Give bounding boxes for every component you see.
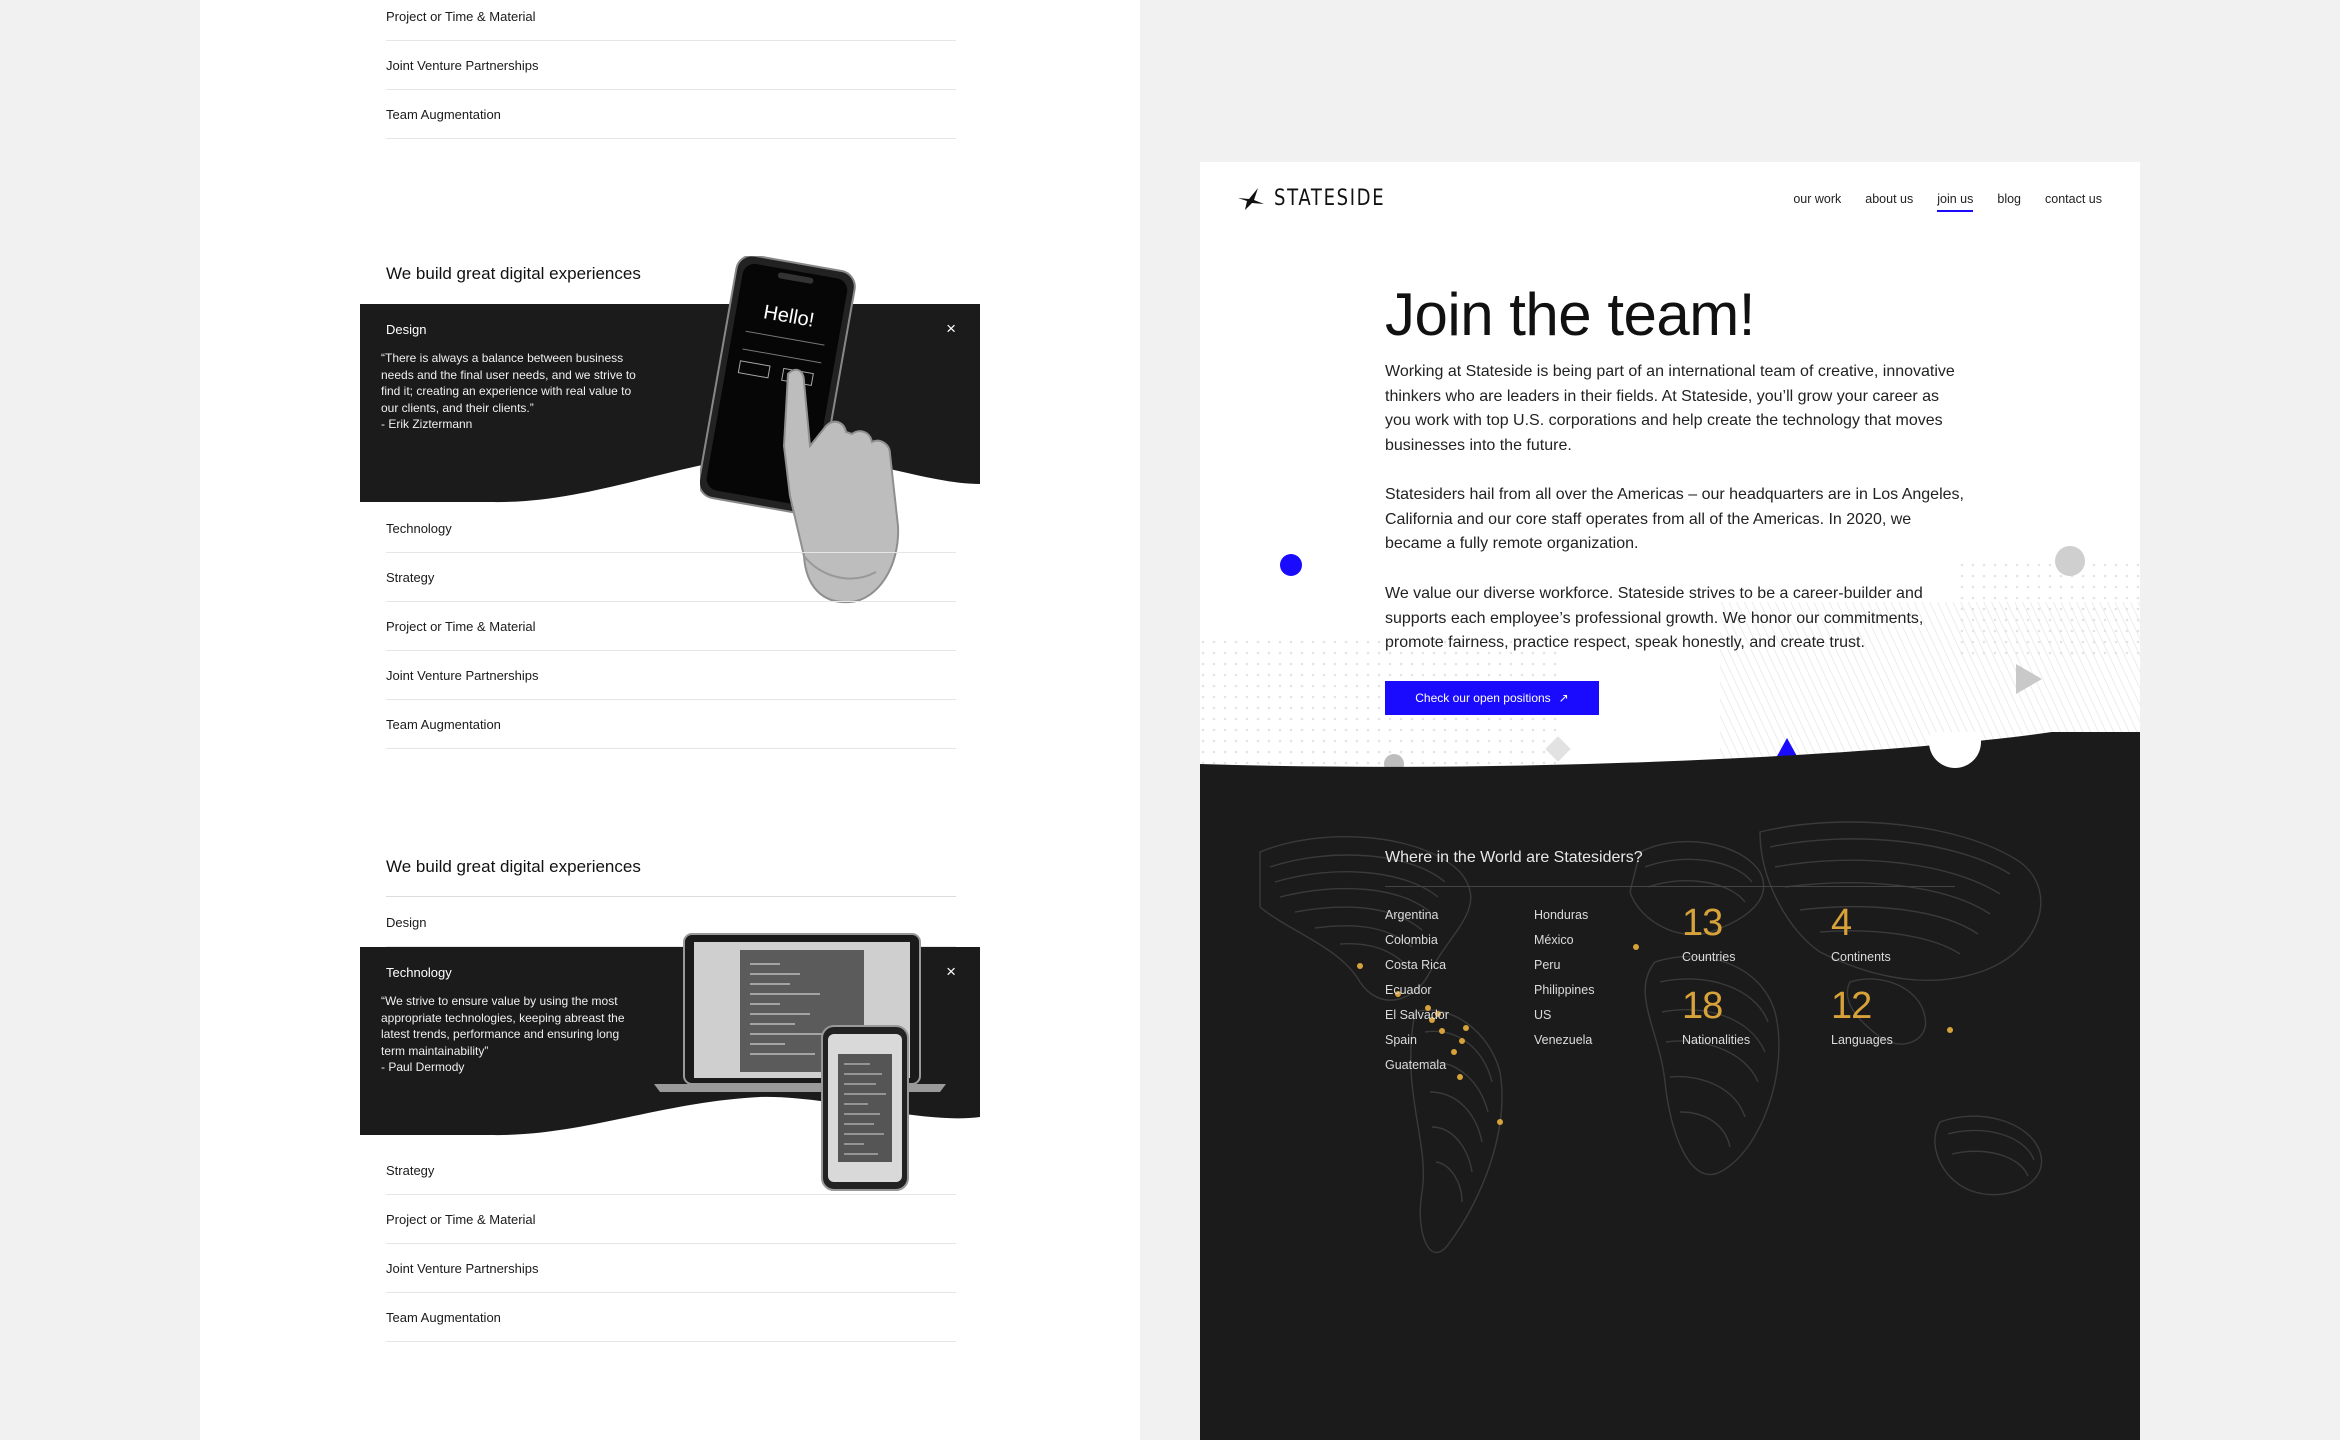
accordion-row-joint-venture[interactable]: Joint Venture Partnerships bbox=[386, 651, 956, 700]
accordion-title-design: Design bbox=[386, 322, 427, 337]
stateside-logo[interactable]: STATESIDE bbox=[1238, 186, 1410, 211]
country-item: Philippines bbox=[1534, 983, 1595, 997]
row-label: Joint Venture Partnerships bbox=[386, 1260, 539, 1276]
row-label: Joint Venture Partnerships bbox=[386, 57, 539, 73]
row-label: Project or Time & Material bbox=[386, 618, 536, 634]
accordion-row-project[interactable]: Project or Time & Material bbox=[386, 602, 956, 651]
accordion-row-project[interactable]: Project or Time & Material bbox=[386, 1195, 956, 1244]
dark-world-section bbox=[1200, 732, 2140, 1440]
gray-circle-shape bbox=[2055, 546, 2085, 576]
country-item: El Salvador bbox=[1385, 1008, 1449, 1022]
accordion-row-project[interactable]: Project or Time & Material bbox=[386, 0, 956, 41]
arrow-up-right-icon: ↗ bbox=[1558, 691, 1569, 705]
main-nav: our work about us join us blog contact u… bbox=[1793, 192, 2102, 212]
intro-paragraph: Working at Stateside is being part of an… bbox=[1385, 363, 1955, 454]
button-label: Check our open positions bbox=[1415, 691, 1551, 705]
row-label: Team Augmentation bbox=[386, 716, 501, 732]
nav-about-us[interactable]: about us bbox=[1865, 192, 1913, 212]
country-item: Honduras bbox=[1534, 908, 1589, 922]
services-accordion-panel: Project or Time & Material Joint Venture… bbox=[200, 0, 1140, 1440]
open-positions-button[interactable]: Check our open positions ↗ bbox=[1385, 681, 1599, 715]
nav-our-work[interactable]: our work bbox=[1793, 192, 1841, 212]
row-label: Strategy bbox=[386, 569, 435, 585]
accordion-row-team-augmentation[interactable]: Team Augmentation bbox=[386, 700, 956, 749]
stat-countries-value: 13 bbox=[1682, 902, 1723, 944]
section-heading: We build great digital experiences bbox=[386, 264, 641, 283]
country-item: Peru bbox=[1534, 958, 1561, 972]
accordion-row-strategy[interactable]: Strategy bbox=[386, 1146, 956, 1195]
country-item: México bbox=[1534, 933, 1574, 947]
country-item: Spain bbox=[1385, 1033, 1417, 1047]
star-logo-icon bbox=[1238, 187, 1264, 210]
country-item: Guatemala bbox=[1385, 1058, 1447, 1072]
row-label: Team Augmentation bbox=[386, 106, 501, 122]
nav-join-us[interactable]: join us bbox=[1937, 192, 1974, 212]
accordion-row-team-augmentation[interactable]: Team Augmentation bbox=[386, 1293, 956, 1342]
stat-languages-value: 12 bbox=[1831, 985, 1872, 1027]
join-us-page: STATESIDE our work about us join us blog… bbox=[1200, 162, 2140, 1440]
page-title: Join the team! bbox=[1385, 281, 1755, 348]
accordion-row-team-augmentation[interactable]: Team Augmentation bbox=[386, 90, 956, 139]
logo-wordmark: STATESIDE bbox=[1274, 186, 1386, 211]
country-item: US bbox=[1534, 1008, 1552, 1022]
stat-nationalities-label: Nationalities bbox=[1682, 1033, 1751, 1047]
row-label: Design bbox=[386, 914, 427, 930]
accordion-row-joint-venture[interactable]: Joint Venture Partnerships bbox=[386, 41, 956, 90]
technology-quote: “We strive to ensure value by using the … bbox=[381, 994, 625, 1074]
headquarters-paragraph: Statesiders hail from all over the Ameri… bbox=[1385, 486, 1964, 552]
stat-countries-label: Countries bbox=[1682, 950, 1736, 964]
design-quote: “There is always a balance between busin… bbox=[381, 351, 636, 431]
country-item: Ecuador bbox=[1385, 983, 1432, 997]
stat-continents-value: 4 bbox=[1831, 902, 1852, 944]
blue-circle-shape bbox=[1280, 554, 1302, 576]
divider bbox=[386, 896, 956, 897]
accordion-row-joint-venture[interactable]: Joint Venture Partnerships bbox=[386, 1244, 956, 1293]
accordion-row-technology[interactable]: Technology bbox=[386, 504, 956, 553]
nav-contact-us[interactable]: contact us bbox=[2045, 192, 2102, 212]
nav-blog[interactable]: blog bbox=[1997, 192, 2021, 212]
row-label: Strategy bbox=[386, 1162, 435, 1178]
stat-languages-label: Languages bbox=[1831, 1033, 1893, 1047]
country-item: Argentina bbox=[1385, 908, 1439, 922]
country-item: Costa Rica bbox=[1385, 958, 1447, 972]
row-label: Team Augmentation bbox=[386, 1309, 501, 1325]
country-item: Venezuela bbox=[1534, 1033, 1593, 1047]
stat-continents-label: Continents bbox=[1831, 950, 1891, 964]
play-triangle-shape bbox=[2016, 664, 2042, 694]
accordion-title-technology: Technology bbox=[386, 965, 452, 980]
row-label: Technology bbox=[386, 520, 452, 536]
country-item: Colombia bbox=[1385, 933, 1438, 947]
world-section-heading: Where in the World are Statesiders? bbox=[1385, 849, 1643, 866]
row-label: Project or Time & Material bbox=[386, 1211, 536, 1227]
stat-nationalities-value: 18 bbox=[1682, 985, 1723, 1027]
values-paragraph: We value our diverse workforce. Statesid… bbox=[1385, 585, 1924, 651]
row-label: Joint Venture Partnerships bbox=[386, 667, 539, 683]
divider bbox=[1385, 886, 1955, 887]
row-label: Project or Time & Material bbox=[386, 8, 536, 24]
section-heading: We build great digital experiences bbox=[386, 857, 641, 876]
accordion-row-strategy[interactable]: Strategy bbox=[386, 553, 956, 602]
